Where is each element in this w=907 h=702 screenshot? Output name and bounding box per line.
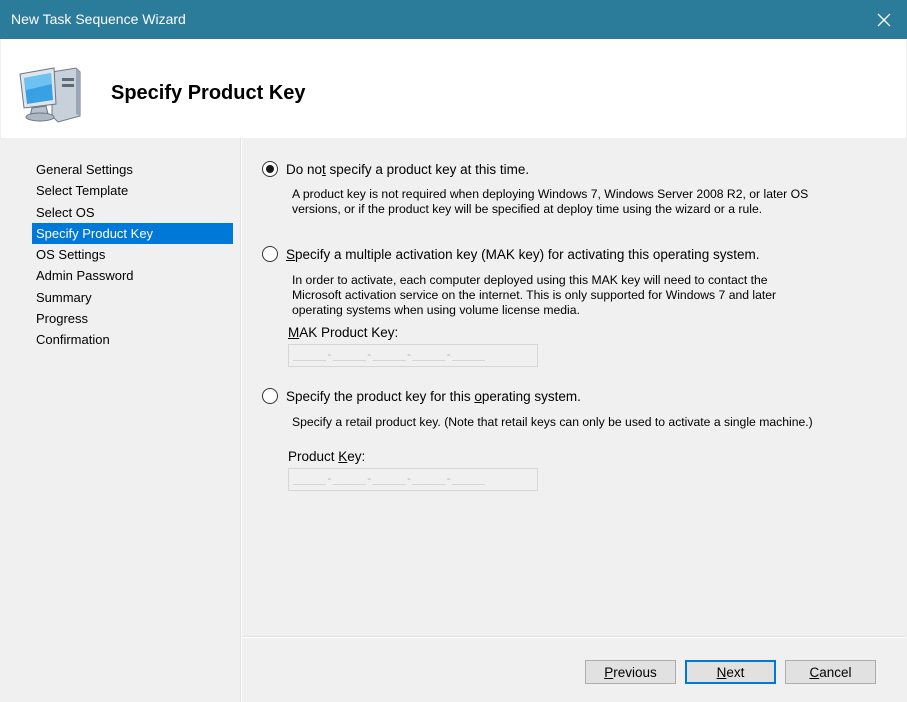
title-bar: New Task Sequence Wizard [0, 0, 907, 39]
cancel-button[interactable]: Cancel [785, 660, 876, 684]
mak-description: In order to activate, each computer depl… [292, 273, 777, 317]
wizard-header: Specify Product Key [1, 39, 906, 138]
nav-item-os-settings[interactable]: OS Settings [32, 244, 233, 265]
window-title: New Task Sequence Wizard [11, 11, 186, 27]
next-button[interactable]: Next [685, 660, 776, 684]
wizard-footer: Previous Next Cancel [242, 638, 906, 702]
product-key-label: Product Key: [288, 449, 366, 464]
nav-item-select-template[interactable]: Select Template [32, 180, 233, 201]
computer-monitor-icon [18, 64, 82, 124]
close-button[interactable] [861, 0, 907, 39]
previous-button[interactable]: Previous [585, 660, 676, 684]
no-key-description: A product key is not required when deplo… [292, 187, 809, 216]
radio-button[interactable] [262, 246, 278, 262]
radio-retail-key[interactable]: Specify the product key for this operati… [262, 388, 581, 404]
nav-item-general-settings[interactable]: General Settings [32, 159, 233, 180]
nav-item-progress[interactable]: Progress [32, 308, 233, 329]
radio-button[interactable] [262, 388, 278, 404]
mak-product-key-label: MAK Product Key: [288, 325, 399, 340]
nav-item-summary[interactable]: Summary [32, 287, 233, 308]
mak-product-key-input[interactable]: _____-_____-_____-_____-_____ [288, 344, 538, 367]
wizard-steps: General Settings Select Template Select … [32, 159, 233, 351]
nav-item-select-os[interactable]: Select OS [32, 202, 233, 223]
nav-item-admin-password[interactable]: Admin Password [32, 265, 233, 286]
radio-no-product-key[interactable]: Do not specify a product key at this tim… [262, 161, 529, 177]
close-icon [877, 13, 891, 26]
radio-button-checked[interactable] [262, 161, 278, 177]
wizard-steps-pane: General Settings Select Template Select … [1, 138, 241, 702]
radio-retail-key-label[interactable]: Specify the product key for this operati… [286, 389, 581, 404]
radio-mak-key[interactable]: Specify a multiple activation key (MAK k… [262, 246, 759, 262]
retail-description: Specify a retail product key. (Note that… [292, 415, 813, 429]
nav-item-specify-product-key[interactable]: Specify Product Key [32, 222, 233, 245]
page-title: Specify Product Key [111, 82, 306, 104]
content-pane: Do not specify a product key at this tim… [242, 138, 906, 636]
product-key-input[interactable]: _____-_____-_____-_____-_____ [288, 468, 538, 491]
radio-mak-key-label[interactable]: Specify a multiple activation key (MAK k… [286, 247, 759, 262]
nav-item-confirmation[interactable]: Confirmation [32, 329, 233, 350]
radio-no-product-key-label[interactable]: Do not specify a product key at this tim… [286, 162, 529, 177]
